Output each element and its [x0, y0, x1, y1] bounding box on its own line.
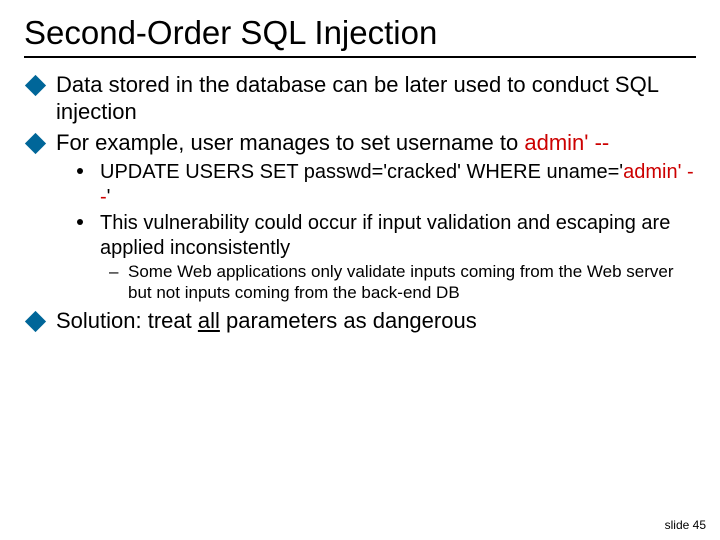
slide-title: Second-Order SQL Injection	[24, 14, 696, 52]
bullet-text: UPDATE USERS SET passwd='cracked' WHERE …	[100, 161, 623, 183]
diamond-icon	[25, 75, 46, 96]
bullet-level1: For example, user manages to set usernam…	[24, 130, 696, 157]
bullet-text: This vulnerability could occur if input …	[100, 212, 670, 258]
slide-number: slide 45	[665, 518, 706, 532]
bullet-level1: Data stored in the database can be later…	[24, 72, 696, 126]
dot-icon	[77, 168, 83, 174]
emphasis-text: all	[198, 308, 220, 333]
bullet-text: Data stored in the database can be later…	[56, 72, 658, 124]
bullet-text: For example, user manages to set usernam…	[56, 130, 524, 155]
dot-icon	[77, 219, 83, 225]
bullet-text: Solution: treat	[56, 308, 198, 333]
bullet-level2: This vulnerability could occur if input …	[24, 211, 696, 260]
bullet-level1: Solution: treat all parameters as danger…	[24, 308, 696, 335]
diamond-icon	[25, 133, 46, 154]
diamond-icon	[25, 310, 46, 331]
bullet-level3: – Some Web applications only validate in…	[24, 262, 696, 303]
code-fragment: admin' --	[524, 130, 609, 155]
bullet-level2: UPDATE USERS SET passwd='cracked' WHERE …	[24, 160, 696, 209]
bullet-text: parameters as dangerous	[220, 308, 477, 333]
bullet-text: Some Web applications only validate inpu…	[128, 262, 674, 302]
bullet-text: '	[107, 186, 111, 208]
slide: Second-Order SQL Injection Data stored i…	[0, 0, 720, 540]
title-rule	[24, 56, 696, 58]
dash-icon: –	[109, 262, 118, 283]
